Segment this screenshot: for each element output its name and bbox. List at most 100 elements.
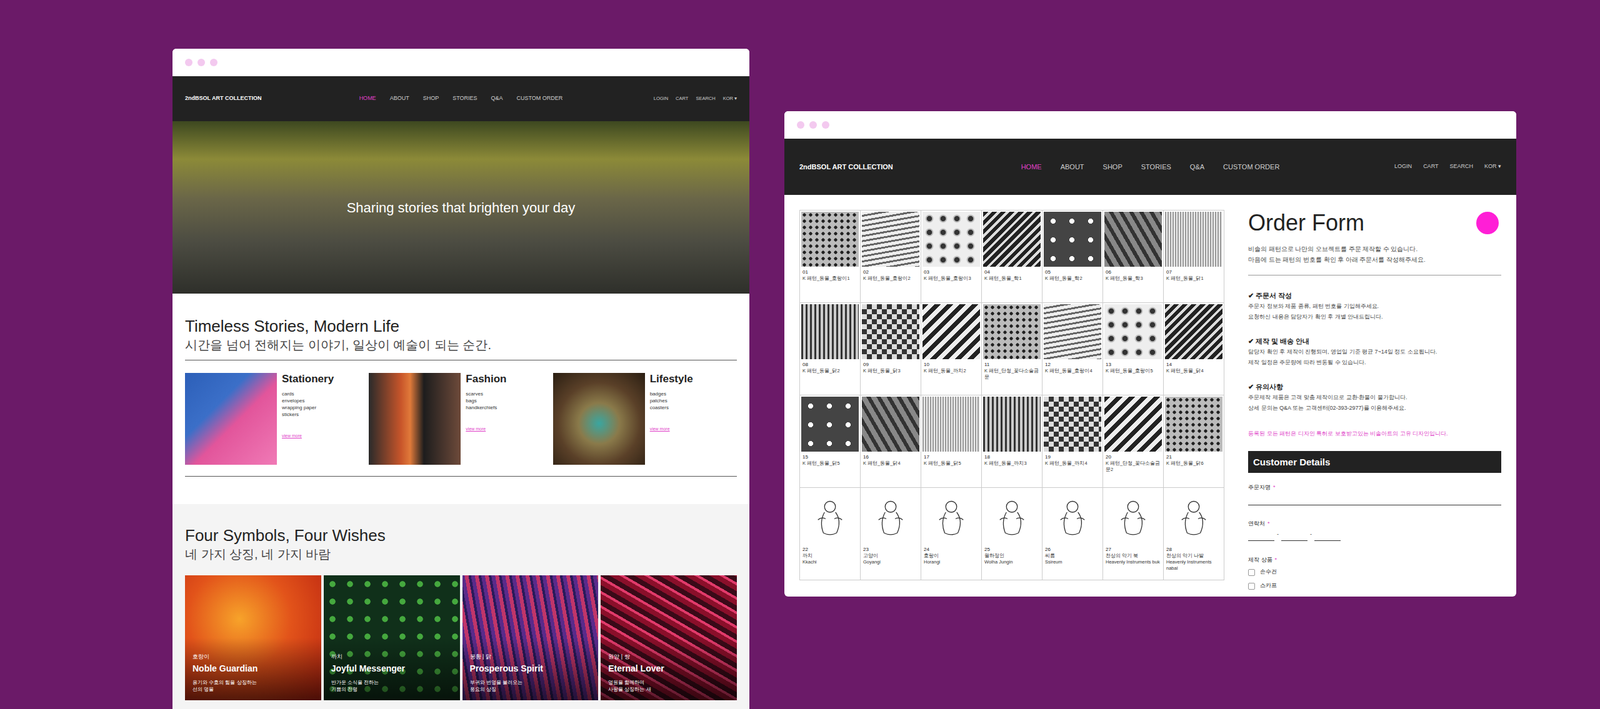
pattern-cell[interactable]: 18K 패턴_동물_까치3 (981, 395, 1043, 489)
site-logo[interactable]: 2ndBSOL ART COLLECTION (185, 94, 262, 104)
checkbox[interactable] (1248, 583, 1255, 590)
phone-input[interactable] (1248, 528, 1275, 542)
menu-item[interactable]: ABOUT (390, 94, 410, 104)
pattern-cell[interactable]: 03K 패턴_동물_호랑이3 (921, 210, 982, 304)
pattern-cell[interactable]: 28천상의 악기 나발Heavenly Instrumentsnabal (1163, 488, 1225, 581)
name-input[interactable] (1248, 491, 1502, 506)
pattern-thumbnail[interactable] (861, 211, 920, 267)
utility-link[interactable]: CART (1423, 162, 1439, 172)
category-image[interactable] (368, 373, 461, 465)
illustration-thumbnail[interactable] (1165, 489, 1223, 545)
pattern-cell[interactable]: 23고양이Goyangi (860, 488, 922, 581)
pattern-cell[interactable]: 20K 패턴_단청_꽃다소술금문2 (1103, 395, 1164, 489)
pattern-cell[interactable]: 21K 패턴_동물_닭6 (1163, 395, 1225, 489)
illustration-thumbnail[interactable] (1104, 489, 1162, 545)
menu-item[interactable]: CUSTOM ORDER (1223, 161, 1280, 173)
pattern-cell[interactable]: 19K 패턴_동물_까치4 (1042, 395, 1104, 489)
category-card[interactable]: Stationerycardsenvelopeswrapping paperst… (185, 373, 369, 465)
pattern-thumbnail[interactable] (922, 304, 980, 360)
pattern-cell[interactable]: 12K 패턴_동물_호랑이4 (1042, 303, 1104, 396)
checkbox-option[interactable]: 스카프 (1248, 580, 1502, 592)
pattern-cell[interactable]: 11K 패턴_단청_꽃다소술금문 (981, 303, 1043, 396)
pattern-thumbnail[interactable] (1165, 304, 1223, 360)
symbol-card[interactable]: 까치Joyful Messenger반가운 소식을 전하는기쁨의 전령 (323, 575, 460, 701)
pattern-thumbnail[interactable] (922, 211, 980, 267)
menu-item[interactable]: SHOP (1103, 161, 1123, 173)
menu-item[interactable]: SHOP (423, 94, 440, 104)
phone-input[interactable] (1314, 528, 1341, 542)
pattern-cell[interactable]: 15K 패턴_동물_닭5 (800, 395, 861, 489)
pattern-cell[interactable]: 05K 패턴_동물_학2 (1042, 210, 1104, 304)
category-image[interactable] (553, 373, 645, 465)
pattern-thumbnail[interactable] (1165, 211, 1223, 267)
site-logo[interactable]: 2ndBSOL ART COLLECTION (799, 161, 894, 173)
pattern-cell[interactable]: 02K 패턴_동물_호랑이2 (860, 210, 922, 304)
illustration-thumbnail[interactable] (983, 489, 1041, 545)
pattern-cell[interactable]: 08K 패턴_동물_닭2 (800, 303, 861, 396)
pattern-cell[interactable]: 26씨름Ssireum (1042, 488, 1104, 581)
menu-item[interactable]: STORIES (1141, 161, 1172, 173)
pattern-cell[interactable]: 09K 패턴_동물_닭3 (860, 303, 922, 396)
pattern-thumbnail[interactable] (1104, 304, 1162, 360)
pattern-thumbnail[interactable] (1104, 396, 1162, 452)
pattern-thumbnail[interactable] (983, 304, 1041, 360)
utility-link[interactable]: LOGIN (653, 95, 669, 102)
menu-item[interactable]: CUSTOM ORDER (516, 94, 564, 104)
menu-item[interactable]: Q&A (1190, 161, 1205, 173)
checkbox-option[interactable]: 손수건 (1248, 566, 1502, 579)
language-dropdown[interactable]: KOR ▾ (723, 95, 737, 102)
checkbox[interactable] (1248, 569, 1255, 577)
pattern-cell[interactable]: 14K 패턴_동물_닭4 (1163, 303, 1225, 396)
pattern-cell[interactable]: 06K 패턴_동물_학3 (1103, 210, 1164, 304)
pattern-thumbnail[interactable] (801, 396, 859, 452)
illustration-thumbnail[interactable] (922, 489, 980, 545)
pattern-thumbnail[interactable] (861, 396, 920, 452)
category-image[interactable] (185, 373, 277, 465)
pattern-cell[interactable]: 10K 패턴_동물_까치2 (921, 303, 982, 396)
window-dot-icon[interactable] (185, 58, 193, 67)
language-dropdown[interactable]: KOR ▾ (1484, 162, 1502, 172)
pattern-cell[interactable]: 27천상의 악기 북Heavenly Instruments buk (1103, 488, 1164, 581)
symbol-card[interactable]: 봉황 | 닭Prosperous Spirit부귀와 번영을 불러오는풍요의 상… (462, 575, 599, 701)
illustration-thumbnail[interactable] (861, 489, 920, 545)
view-more-link[interactable]: view more (465, 426, 507, 434)
pattern-thumbnail[interactable] (1043, 211, 1102, 267)
pattern-thumbnail[interactable] (1104, 211, 1162, 267)
category-card[interactable]: Lifestylebadgespatchescoastersview more (553, 373, 737, 465)
pattern-thumbnail[interactable] (1043, 304, 1102, 360)
menu-item[interactable]: HOME (359, 94, 377, 104)
pattern-thumbnail[interactable] (983, 396, 1041, 452)
pattern-thumbnail[interactable] (922, 396, 980, 452)
pattern-cell[interactable]: 25월하정인Wolha Jungin (981, 488, 1043, 581)
utility-link[interactable]: SEARCH (695, 95, 715, 102)
pattern-thumbnail[interactable] (1165, 396, 1223, 452)
pattern-thumbnail[interactable] (983, 211, 1041, 267)
symbol-card[interactable]: 원앙 | 쌍Eternal Lover영원을 함께하며사랑을 상징하는 새 (600, 575, 737, 701)
view-more-link[interactable]: view more (650, 426, 694, 434)
utility-link[interactable]: SEARCH (1449, 162, 1474, 172)
pattern-cell[interactable]: 22까치Kkachi (800, 488, 861, 581)
category-card[interactable]: Fashionscarvesbagshandkerchiefsview more (368, 373, 553, 465)
pattern-thumbnail[interactable] (861, 304, 920, 360)
utility-link[interactable]: LOGIN (1394, 162, 1412, 172)
pattern-cell[interactable]: 01K 패턴_동물_호랑이1 (800, 210, 861, 304)
window-dot-icon[interactable] (197, 58, 205, 67)
pattern-cell[interactable]: 16K 패턴_동물_닭4 (860, 395, 922, 489)
utility-link[interactable]: CART (675, 95, 689, 102)
pattern-cell[interactable]: 17K 패턴_동물_닭5 (921, 395, 982, 489)
pattern-thumbnail[interactable] (801, 211, 859, 267)
symbol-card[interactable]: 호랑이Noble Guardian용기와 수호의 힘을 상징하는선의 명물 (185, 575, 322, 701)
menu-item[interactable]: ABOUT (1060, 161, 1085, 173)
pattern-thumbnail[interactable] (801, 304, 859, 360)
pattern-cell[interactable]: 13K 패턴_동물_호랑이5 (1103, 303, 1164, 396)
menu-item[interactable]: STORIES (452, 94, 477, 104)
menu-item[interactable]: Q&A (491, 94, 504, 104)
illustration-thumbnail[interactable] (801, 489, 859, 545)
pattern-cell[interactable]: 24호랑이Horangi (921, 488, 982, 581)
window-dot-icon[interactable] (210, 58, 218, 67)
view-more-link[interactable]: view more (281, 433, 334, 440)
window-dot-icon[interactable] (796, 121, 805, 129)
pattern-cell[interactable]: 07K 패턴_동물_닭1 (1163, 210, 1225, 304)
window-dot-icon[interactable] (809, 121, 817, 129)
menu-item[interactable]: HOME (1021, 161, 1042, 173)
